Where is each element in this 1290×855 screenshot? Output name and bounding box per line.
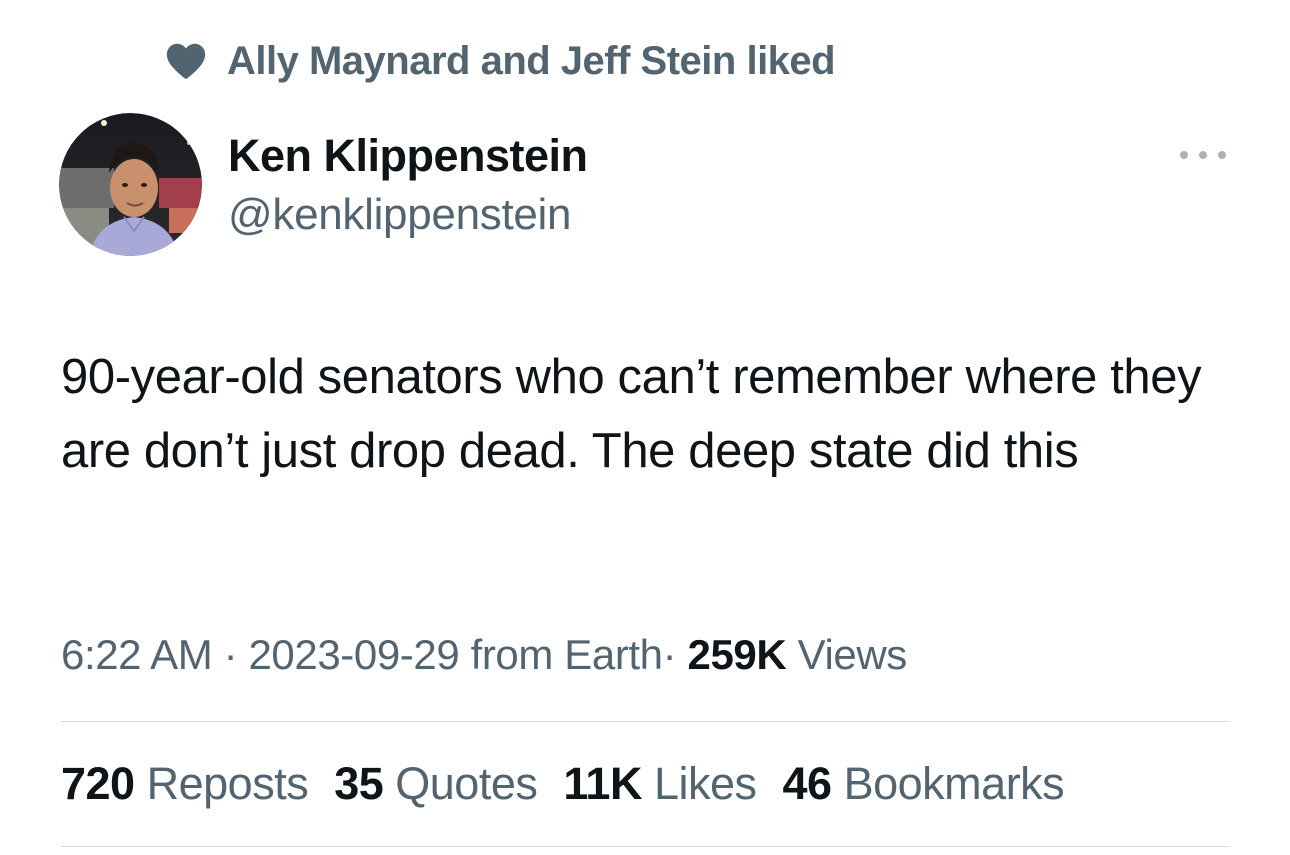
stat-reposts[interactable]: 720 Reposts — [61, 758, 309, 810]
more-options-icon[interactable] — [1180, 145, 1226, 165]
heart-icon — [163, 38, 209, 84]
tweet-text: 90-year-old senators who can’t remember … — [61, 350, 1202, 478]
stat-label: Bookmarks — [843, 758, 1065, 809]
divider — [61, 721, 1230, 722]
stat-label: Likes — [653, 758, 757, 809]
views-label[interactable]: Views — [798, 631, 908, 678]
stat-label: Reposts — [146, 758, 309, 809]
social-context[interactable]: Ally Maynard and Jeff Stein liked — [163, 38, 836, 84]
avatar-image — [59, 113, 202, 256]
more-dot — [1218, 151, 1226, 159]
tweet-date[interactable]: 2023-09-29 — [248, 631, 459, 678]
stat-count: 720 — [61, 758, 135, 809]
divider — [61, 846, 1230, 847]
avatar[interactable] — [59, 113, 202, 256]
stat-likes[interactable]: 11K Likes — [563, 758, 757, 810]
stat-count: 11K — [563, 758, 642, 809]
more-dot — [1199, 151, 1207, 159]
engagement-stats: 720 Reposts 35 Quotes 11K Likes 46 Bookm… — [61, 758, 1090, 810]
more-dot — [1180, 151, 1188, 159]
author-handle[interactable]: @kenklippenstein — [228, 190, 571, 240]
meta-separator: · — [662, 631, 677, 678]
stat-label: Quotes — [395, 758, 538, 809]
social-context-text: Ally Maynard and Jeff Stein liked — [227, 38, 836, 83]
views-count[interactable]: 259K — [688, 631, 787, 678]
stat-quotes[interactable]: 35 Quotes — [334, 758, 538, 810]
meta-separator: · — [223, 631, 238, 678]
tweet-time[interactable]: 6:22 AM — [61, 631, 213, 678]
author-name[interactable]: Ken Klippenstein — [228, 130, 588, 182]
tweet-source: from Earth — [470, 631, 663, 678]
stat-count: 46 — [782, 758, 833, 809]
tweet-meta: 6:22 AM · 2023-09-29 from Earth· 259K Vi… — [61, 631, 907, 679]
tweet-detail: Ally Maynard and Jeff Stein liked Ken Kl… — [0, 0, 1290, 855]
stat-bookmarks[interactable]: 46 Bookmarks — [783, 758, 1065, 810]
stat-count: 35 — [334, 758, 384, 809]
